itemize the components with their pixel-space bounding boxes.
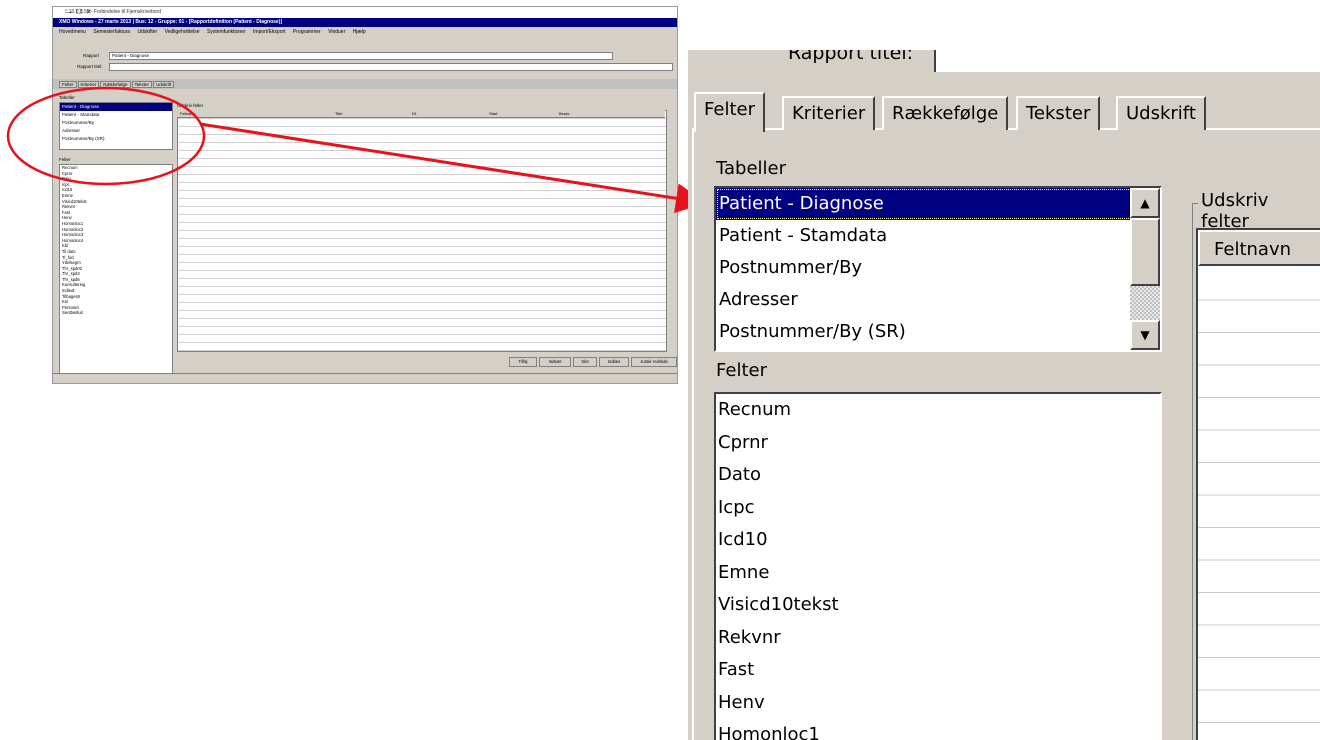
window-controls-icon[interactable]: — ☐ ✕ (65, 7, 671, 18)
list-item[interactable]: Visicd10tekst (716, 589, 1160, 622)
list-item[interactable]: Cprnr (716, 427, 1160, 460)
column-header-feltnavn[interactable]: Feltnavn (1198, 230, 1320, 266)
list-item[interactable]: Patient - Stamdata (60, 111, 172, 119)
list-item[interactable]: Recnum (716, 394, 1160, 427)
menu-item[interactable]: Vinduer (328, 29, 345, 35)
rapport-select[interactable]: Patient - Diagnose (109, 52, 613, 60)
felter-label: Felter (59, 157, 71, 162)
tab-kriterier[interactable]: Kriterier (782, 96, 876, 130)
rdp-title-bar: ^ 10.0.8.50 - Forbindelse til Fjernskriv… (53, 7, 677, 18)
udskriv-felter-label: Udskriv felter (177, 103, 204, 108)
udskriv-felter-label: Udskriv felter (1198, 190, 1320, 232)
thumb-grid-header: Feltnavn Titel Dt. Start Beskr. (177, 110, 665, 118)
tables-scrollbar[interactable]: ▲ ▼ (1130, 188, 1160, 350)
list-item[interactable]: Emne (716, 557, 1160, 590)
tab-tekster[interactable]: Tekster (1016, 96, 1101, 130)
rapport-titel-input[interactable] (109, 63, 673, 71)
menu-item[interactable]: Programmer (293, 29, 321, 35)
list-item[interactable]: Rekvnr (716, 622, 1160, 655)
status-bar (53, 373, 677, 383)
column-header: Start (489, 111, 498, 116)
fields-listbox[interactable]: Recnum Cprnr Dato Icpc Icd10 Emne Visicd10teks… (714, 392, 1162, 740)
tab-tekster[interactable]: Tekster (131, 81, 153, 88)
column-header: Dt. (412, 111, 418, 116)
column-header: Feltnavn (180, 111, 196, 116)
tilfoej-button[interactable]: Tilføj (509, 357, 537, 367)
list-item[interactable]: Patient - Stamdata (716, 220, 1160, 252)
juster-button[interactable]: Justér redskab (631, 357, 677, 367)
list-item[interactable]: Postnummer/By (SR) (60, 135, 172, 143)
rapport-titel-label: Rapport titel: (77, 64, 103, 69)
menu-item[interactable]: Systemfunktioner (207, 29, 246, 35)
tabeller-label: Tabeller (716, 158, 787, 179)
list-item[interactable]: Postnummer/By (60, 119, 172, 127)
list-item[interactable]: Icpc (716, 492, 1160, 525)
indsaet-button[interactable]: Indsæt (539, 357, 571, 367)
thumb-fields-list[interactable]: Recnum Cprnr Dato Icpc Icd10 Emne Visicd10teks… (59, 164, 173, 378)
list-item[interactable]: Postnummer/By (SR) (716, 316, 1160, 348)
menu-item[interactable]: Import/Eksport (253, 29, 286, 35)
menu-bar: Hovedmenu Semesterfaktura Udskifter Vedl… (53, 27, 677, 37)
thumb-output-grid[interactable] (177, 110, 667, 352)
slet-button[interactable]: Slet (573, 357, 597, 367)
indlaes-button[interactable]: Indlæs (599, 357, 629, 367)
scroll-down-icon[interactable]: ▼ (1130, 320, 1160, 350)
report-header-area: Rapport Patient - Diagnose Rapport titel… (53, 37, 677, 79)
list-item[interactable]: Sentbesluit (60, 310, 172, 316)
menu-item[interactable]: Semesterfaktura (93, 29, 130, 35)
list-item[interactable]: Icd10 (716, 524, 1160, 557)
tab-raekkefolge[interactable]: Rækkefølge (882, 96, 1009, 130)
list-item[interactable]: Patient - Diagnose (60, 103, 172, 111)
tables-listbox[interactable]: Patient - Diagnose Patient - Stamdata Po… (714, 186, 1162, 352)
menu-item[interactable]: Udskifter (137, 29, 157, 35)
list-item[interactable]: Adresser (60, 127, 172, 135)
column-header: Titel (335, 111, 343, 116)
rapport-titel-label: Rapport titel: (788, 50, 914, 64)
list-item[interactable]: Fast (716, 654, 1160, 687)
list-item[interactable]: Homonloc1 (716, 719, 1160, 740)
column-header: Beskr. (559, 111, 571, 116)
app-title-bar: XMO Windows - 27 marts 2013 | Bus: 12 - … (53, 18, 677, 27)
rapport-titel-input[interactable] (934, 50, 1320, 72)
list-item[interactable]: Adresser (716, 284, 1160, 316)
tab-udskrift[interactable]: Udskrift (153, 81, 175, 88)
thumbnail-screenshot: ^ 10.0.8.50 - Forbindelse til Fjernskriv… (52, 6, 678, 384)
tab-kriterier[interactable]: Kriterier (77, 81, 100, 88)
tabeller-label: Tabeller (59, 95, 75, 100)
scroll-up-icon[interactable]: ▲ (1130, 188, 1160, 218)
tab-felter[interactable]: Felter (694, 92, 765, 132)
scroll-thumb[interactable] (1130, 218, 1160, 286)
menu-item[interactable]: Hovedmenu (59, 29, 86, 35)
thumb-tables-list[interactable]: Patient - Diagnose Patient - Stamdata Po… (59, 102, 173, 150)
felter-label: Felter (716, 360, 767, 381)
menu-item[interactable]: Vedligeholdelse (165, 29, 200, 35)
tab-udskrift[interactable]: Udskrift (1116, 96, 1206, 130)
list-item[interactable]: Postnummer/By (716, 252, 1160, 284)
zoomed-dialog: Rapport titel: Felter Kriterier Rækkeføl… (688, 50, 1320, 740)
menu-item[interactable]: Hjælp (353, 29, 366, 35)
tab-raekkefolge[interactable]: Rækkefølge (100, 81, 131, 88)
output-fields-grid[interactable] (1196, 228, 1320, 740)
rapport-label: Rapport (83, 53, 100, 58)
list-item[interactable]: Henv (716, 687, 1160, 720)
list-item-selected[interactable]: Patient - Diagnose (716, 188, 1160, 220)
list-item[interactable]: Dato (716, 459, 1160, 492)
thumb-tab-strip: Felter Kriterier Rækkefølge Tekster Udskrift (59, 80, 175, 89)
app-title: XMO Windows - 27 marts 2013 | Bus: 12 - … (59, 19, 283, 25)
tab-felter[interactable]: Felter (59, 81, 77, 88)
